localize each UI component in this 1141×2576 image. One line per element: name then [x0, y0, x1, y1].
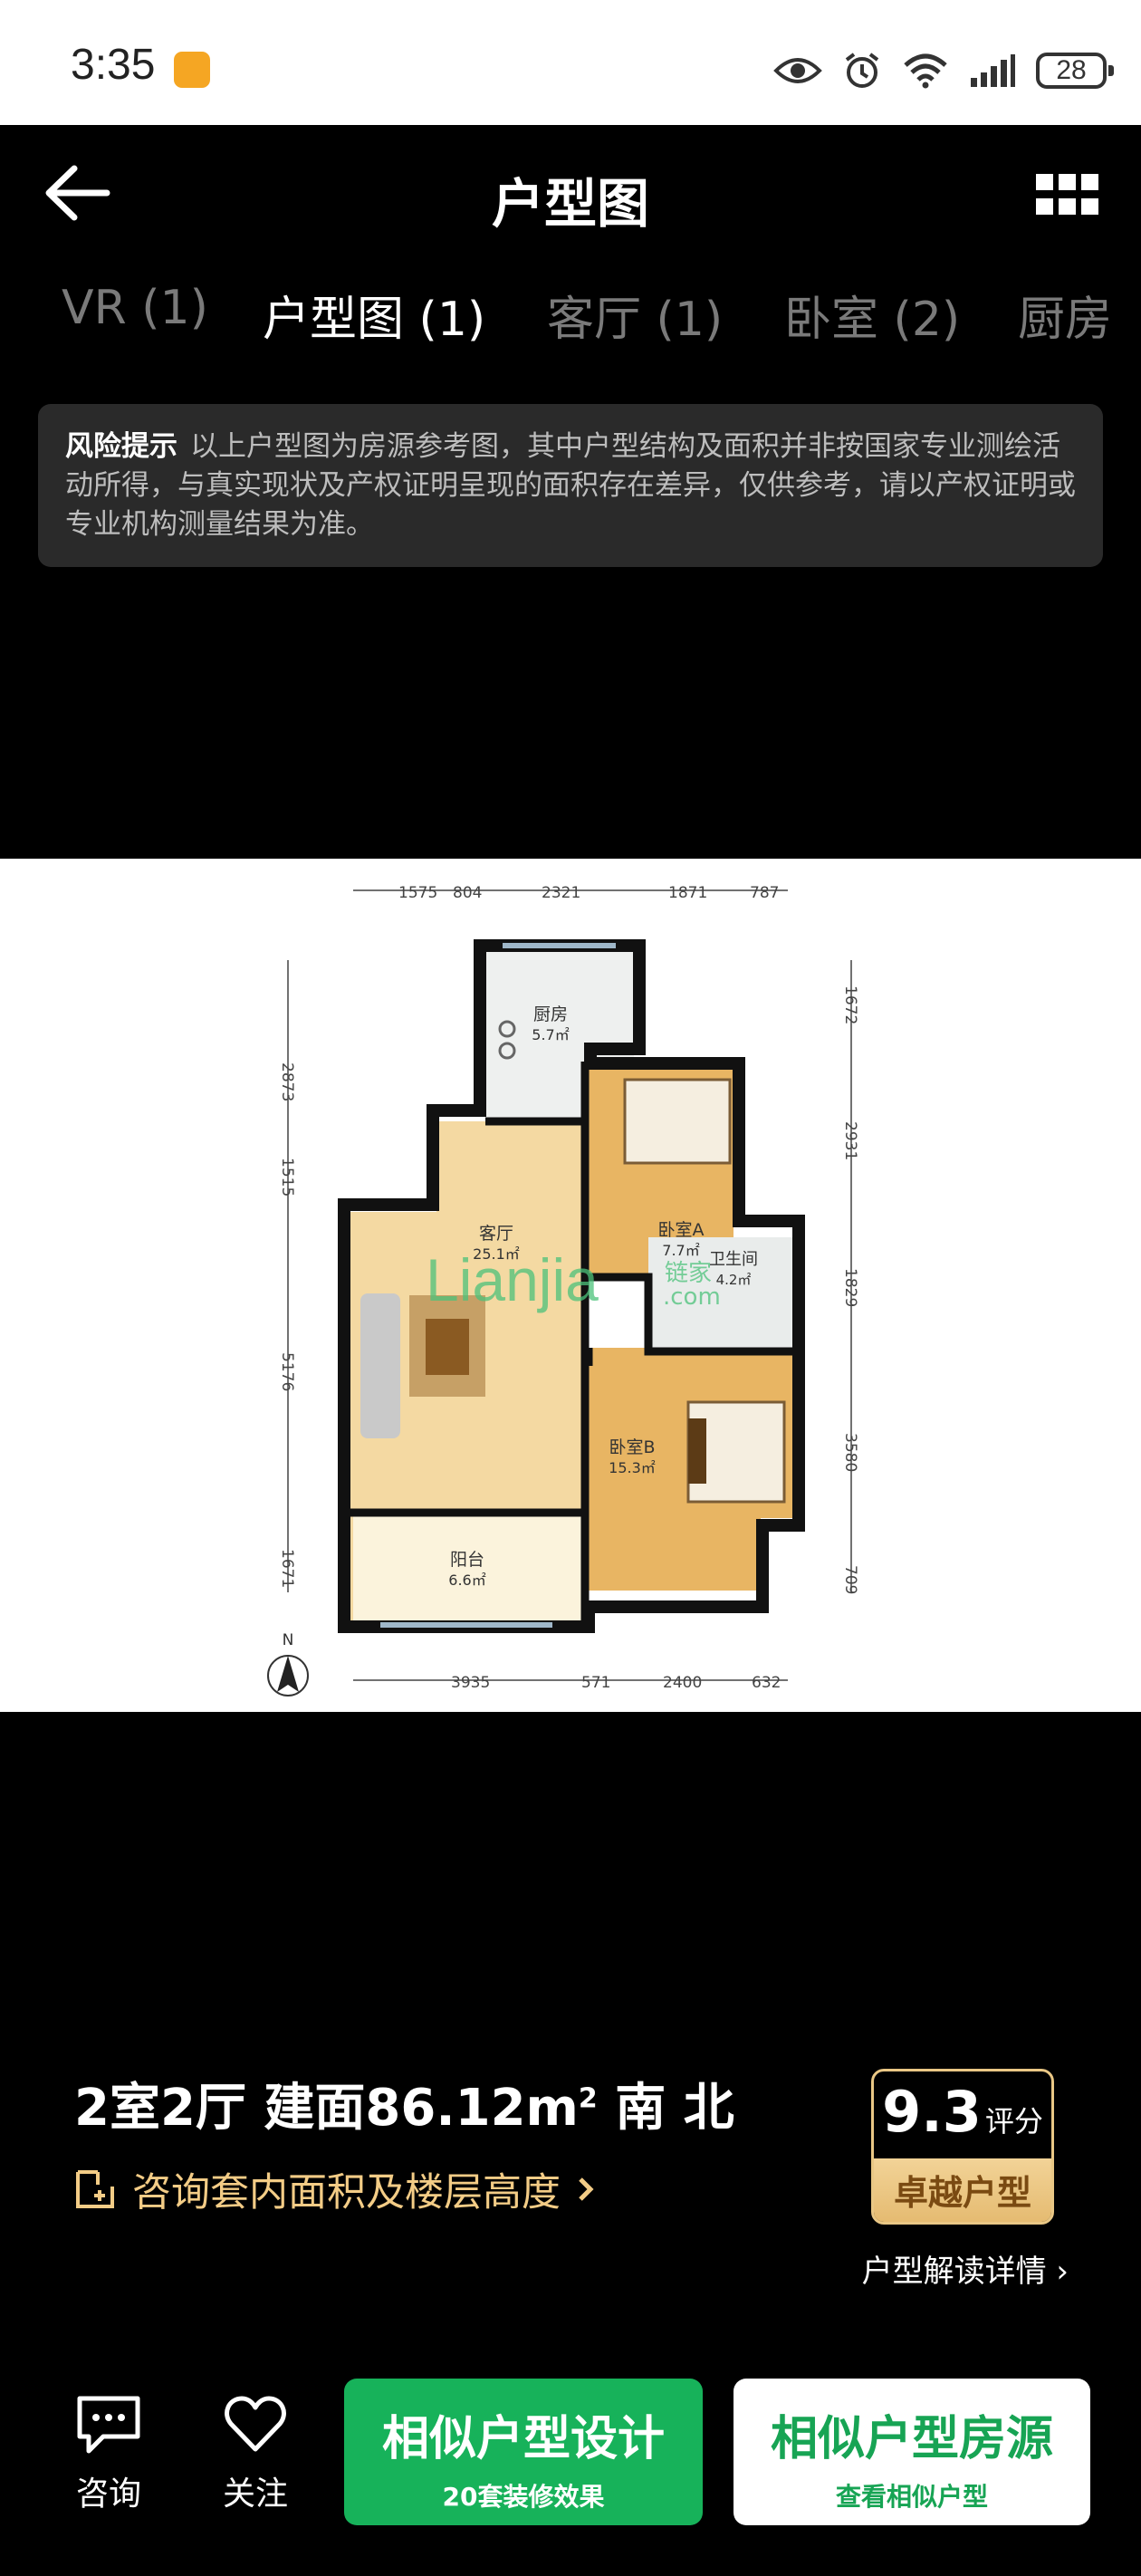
tab-vr[interactable]: VR (1)	[62, 281, 208, 335]
listing-title-main: 2室2厅 建面86.12m	[74, 2079, 579, 2138]
similar-listings-sub: 查看相似户型	[835, 2482, 988, 2512]
app-notification-icon	[174, 52, 210, 88]
header: 户型图	[0, 125, 1141, 261]
photo-category-tabs: VR (1) 户型图 (1) 客厅 (1) 卧室 (2) 厨房	[0, 263, 1141, 362]
follow-label: 关注	[222, 2475, 288, 2513]
bathroom-area: 4.2㎡	[716, 1272, 752, 1288]
floorplan-detail-link[interactable]: 户型解读详情 ›	[862, 2246, 1069, 2291]
dim-bottom-4: 632	[752, 1674, 781, 1692]
dim-left-1: 2873	[278, 1062, 296, 1101]
dim-left-4: 1671	[278, 1549, 296, 1588]
floorplan-score-badge[interactable]: 9.3 评分 卓越户型	[871, 2069, 1054, 2225]
listing-title: 2室2厅 建面86.12m2 南 北	[74, 2067, 734, 2140]
north-arrow-icon	[277, 1656, 299, 1692]
bed-b-frame	[688, 1418, 706, 1484]
tab-bedroom[interactable]: 卧室 (2)	[784, 281, 960, 349]
status-icons: 28	[773, 43, 1114, 98]
similar-design-label: 相似户型设计	[381, 2412, 665, 2466]
similar-design-sub: 20套装修效果	[442, 2482, 605, 2512]
floorplan-plus-icon	[76, 2170, 114, 2208]
battery-icon: 28	[1036, 53, 1114, 89]
dim-right-1: 1672	[841, 985, 859, 1024]
heart-icon	[225, 2396, 286, 2452]
eye-icon	[773, 58, 822, 83]
dim-bottom-2: 571	[581, 1674, 610, 1692]
similar-listings-button[interactable]: 相似户型房源 查看相似户型	[734, 2379, 1090, 2525]
score-rating: 卓越户型	[874, 2158, 1051, 2222]
dim-top-2: 804	[453, 884, 482, 902]
dim-top-1: 1575	[398, 884, 437, 902]
balcony-area: 6.6㎡	[448, 1572, 485, 1589]
dim-top-3: 2321	[542, 884, 580, 902]
chat-icon	[77, 2396, 140, 2454]
kitchen-label: 厨房	[533, 1004, 568, 1024]
consult-label: 咨询	[75, 2475, 141, 2513]
listing-title-sup: 2	[578, 2082, 598, 2115]
dim-left-2: 1515	[278, 1158, 296, 1197]
floorplan-image[interactable]: 1575 804 2321 1871 787 3935 571 2400 632…	[0, 859, 1141, 1712]
watermark-latin: Lianjia	[426, 1246, 599, 1313]
similar-listings-label: 相似户型房源	[770, 2412, 1053, 2466]
risk-notice: 风险提示 以上户型图为房源参考图，其中户型结构及面积并非按国家专业测绘活动所得，与…	[38, 404, 1103, 567]
dim-right-2: 2931	[841, 1121, 859, 1160]
page-title: 户型图	[491, 173, 649, 235]
dim-right-4: 3580	[841, 1433, 859, 1472]
follow-button[interactable]: 关注	[201, 2393, 310, 2514]
coffee-table	[426, 1319, 469, 1375]
sofa	[360, 1293, 400, 1438]
grid-menu-icon[interactable]	[1036, 174, 1099, 216]
tab-floorplan[interactable]: 户型图 (1)	[263, 281, 485, 349]
dim-bottom-3: 2400	[663, 1674, 702, 1692]
signal-icon	[971, 54, 1015, 87]
bedroom-b-label: 卧室B	[609, 1437, 655, 1457]
status-time: 3:35	[71, 41, 156, 89]
consult-area-link[interactable]: 咨询套内面积及楼层高度	[74, 2161, 595, 2217]
dim-right-5: 709	[841, 1565, 859, 1594]
dim-right-3: 1829	[841, 1268, 859, 1307]
dim-top-4: 1871	[668, 884, 707, 902]
alarm-icon	[845, 53, 879, 88]
dim-bottom-1: 3935	[451, 1674, 490, 1692]
listing-title-orientation: 南 北	[597, 2079, 734, 2138]
dim-top-5: 787	[750, 884, 779, 902]
similar-design-button[interactable]: 相似户型设计 20套装修效果	[344, 2379, 703, 2525]
score-label: 评分	[984, 2104, 1043, 2139]
consult-button[interactable]: 咨询	[54, 2393, 163, 2514]
tab-kitchen[interactable]: 厨房	[1018, 281, 1112, 349]
balcony-label: 阳台	[450, 1550, 484, 1570]
kitchen-area: 5.7㎡	[532, 1026, 569, 1043]
bed-a	[623, 1078, 732, 1165]
consult-area-label: 咨询套内面积及楼层高度	[132, 2170, 561, 2216]
status-bar: 3:35 28	[0, 0, 1141, 125]
score-value: 9.3	[882, 2079, 982, 2145]
tab-living-room[interactable]: 客厅 (1)	[547, 281, 723, 349]
floorplan-drawing: 1575 804 2321 1871 787 3935 571 2400 632…	[267, 884, 859, 1697]
dim-left-3: 5176	[278, 1352, 296, 1391]
risk-notice-text: 以上户型图为房源参考图，其中户型结构及面积并非按国家专业测绘活动所得，与真实现状…	[65, 430, 1076, 541]
north-label: N	[283, 1631, 294, 1649]
bedroom-b-area: 15.3㎡	[609, 1459, 656, 1476]
watermark-com: .com	[663, 1283, 721, 1311]
bedroom-a-label: 卧室A	[658, 1220, 705, 1240]
bathroom-label: 卫生间	[709, 1250, 758, 1269]
bedroom-a-area: 7.7㎡	[662, 1242, 699, 1259]
living-room-label: 客厅	[479, 1224, 513, 1244]
risk-notice-label: 风险提示	[65, 430, 177, 463]
wifi-icon	[904, 53, 947, 89]
chevron-right-icon	[579, 2177, 594, 2201]
